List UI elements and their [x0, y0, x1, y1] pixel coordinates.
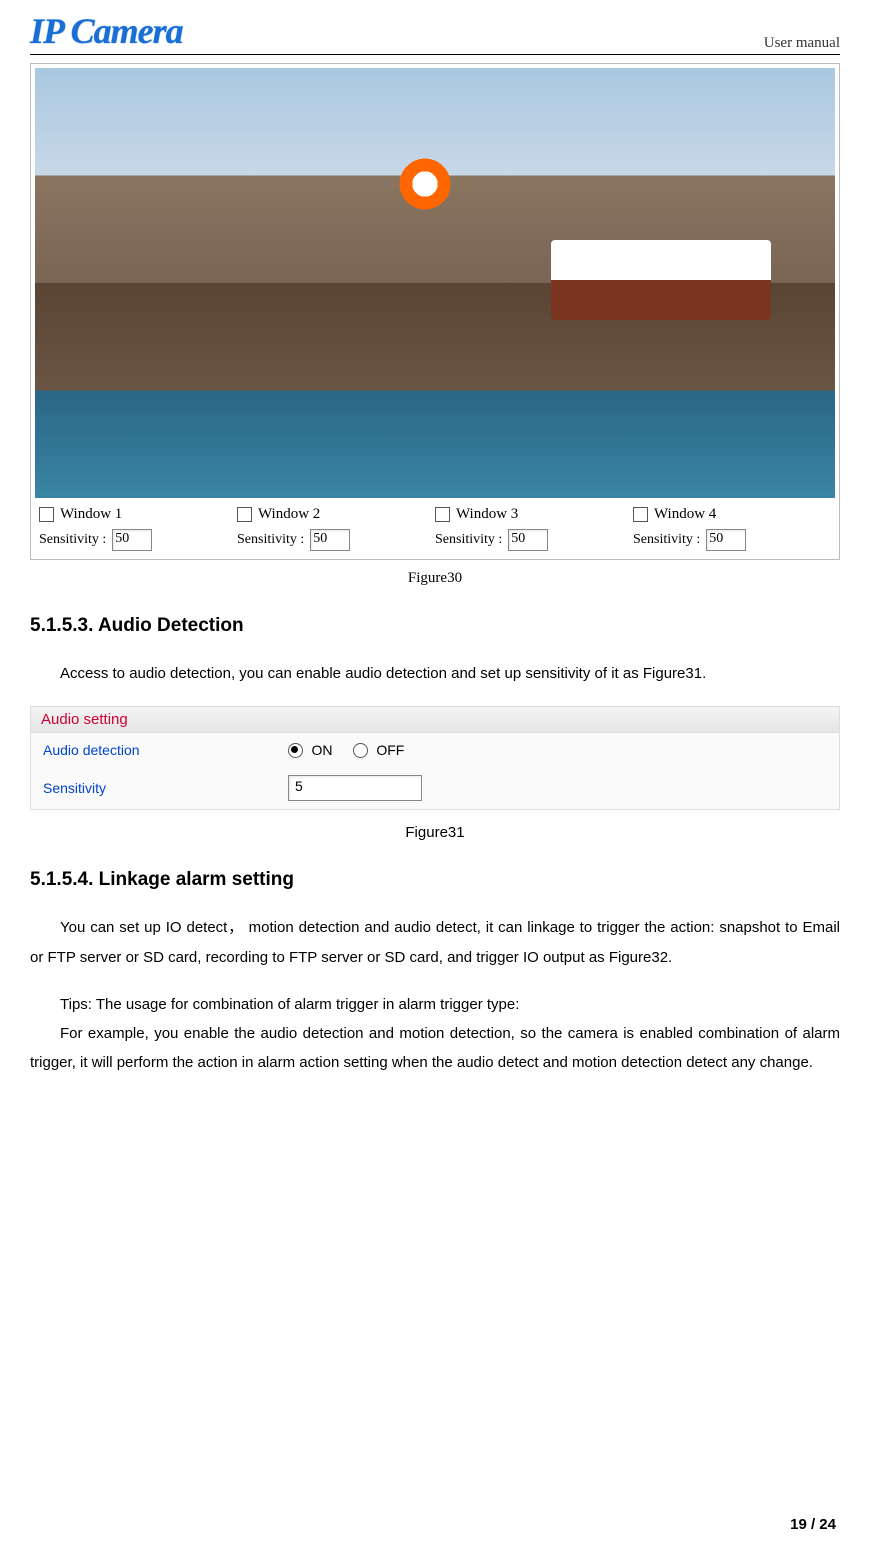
sensitivity-2-input[interactable]: 50	[310, 529, 350, 551]
figure30-container: Window 1 Window 2 Window 3 Window 4 Sens…	[30, 63, 840, 560]
figure31-caption: Figure31	[30, 824, 840, 841]
sensitivity-1-cell: Sensitivity : 50	[39, 529, 237, 551]
audio-setting-title: Audio setting	[31, 707, 839, 733]
radio-on-label: ON	[311, 742, 332, 758]
window-checkbox-row: Window 1 Window 2 Window 3 Window 4	[35, 506, 835, 523]
sensitivity-2-label: Sensitivity :	[237, 532, 304, 548]
camera-screenshot-image	[35, 68, 835, 498]
heading-5154: 5.1.5.4. Linkage alarm setting	[30, 869, 840, 891]
checkbox-icon[interactable]	[435, 507, 450, 522]
radio-off-icon[interactable]	[353, 743, 368, 758]
sensitivity-1-label: Sensitivity :	[39, 532, 106, 548]
logo: IP Camera	[30, 10, 183, 52]
window-2-cell: Window 2	[237, 506, 435, 523]
figure30-caption: Figure30	[30, 570, 840, 587]
checkbox-icon[interactable]	[237, 507, 252, 522]
audio-detection-row: Audio detection ON OFF	[31, 733, 839, 767]
para-5154-1: You can set up IO detect， motion detecti…	[30, 913, 840, 972]
audio-sensitivity-row: Sensitivity 5	[31, 767, 839, 809]
heading-5153: 5.1.5.3. Audio Detection	[30, 615, 840, 637]
window-2-label: Window 2	[258, 506, 320, 523]
window-1-cell: Window 1	[39, 506, 237, 523]
window-3-label: Window 3	[456, 506, 518, 523]
tips-block: Tips: The usage for combination of alarm…	[30, 990, 840, 1078]
header-right-text: User manual	[764, 35, 840, 52]
tips-line: Tips: The usage for combination of alarm…	[30, 990, 840, 1019]
checkbox-icon[interactable]	[39, 507, 54, 522]
page-number: 19 / 24	[790, 1516, 836, 1533]
window-4-cell: Window 4	[633, 506, 831, 523]
audio-detection-label: Audio detection	[43, 742, 288, 758]
audio-setting-panel: Audio setting Audio detection ON OFF Sen…	[30, 706, 840, 810]
sensitivity-3-cell: Sensitivity : 50	[435, 529, 633, 551]
radio-on-icon[interactable]	[288, 743, 303, 758]
checkbox-icon[interactable]	[633, 507, 648, 522]
window-3-cell: Window 3	[435, 506, 633, 523]
sensitivity-4-label: Sensitivity :	[633, 532, 700, 548]
audio-sensitivity-input[interactable]: 5	[288, 775, 422, 801]
sensitivity-2-cell: Sensitivity : 50	[237, 529, 435, 551]
window-1-label: Window 1	[60, 506, 122, 523]
page-header: IP Camera User manual	[30, 10, 840, 55]
para-5153-intro: Access to audio detection, you can enabl…	[30, 659, 840, 688]
sensitivity-4-cell: Sensitivity : 50	[633, 529, 831, 551]
radio-off-label: OFF	[376, 742, 404, 758]
sensitivity-row: Sensitivity : 50 Sensitivity : 50 Sensit…	[35, 529, 835, 555]
audio-sensitivity-label: Sensitivity	[43, 780, 288, 796]
tips-body: For example, you enable the audio detect…	[30, 1019, 840, 1078]
sensitivity-3-label: Sensitivity :	[435, 532, 502, 548]
sensitivity-4-input[interactable]: 50	[706, 529, 746, 551]
window-4-label: Window 4	[654, 506, 716, 523]
sensitivity-3-input[interactable]: 50	[508, 529, 548, 551]
sensitivity-1-input[interactable]: 50	[112, 529, 152, 551]
